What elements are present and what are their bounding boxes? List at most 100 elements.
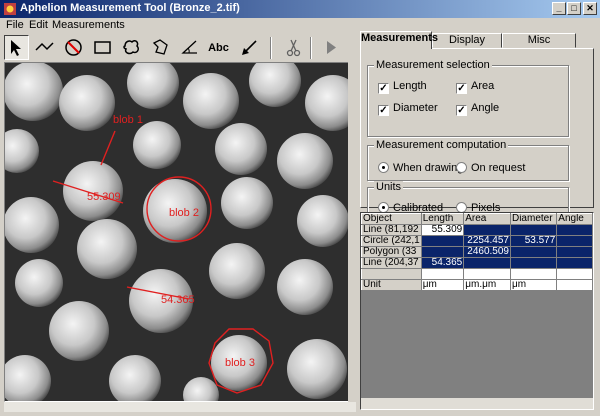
column-header[interactable]: Length	[420, 213, 465, 225]
polygon-tool-button[interactable]	[148, 35, 173, 60]
freehand-region-tool-button[interactable]	[119, 35, 144, 60]
grid-horizontal-scrollbar[interactable]	[361, 398, 593, 409]
row-header[interactable]: Polygon (33	[361, 246, 422, 258]
table-cell[interactable]: 54.365	[420, 257, 465, 269]
area-checkbox-label: Area	[471, 80, 495, 92]
menu-edit[interactable]: Edit	[29, 19, 48, 31]
row-header[interactable]: Line (81,192	[361, 224, 422, 236]
table-cell[interactable]	[556, 279, 593, 291]
radio-selected-icon	[378, 162, 389, 173]
table-cell[interactable]	[556, 257, 593, 269]
results-table: Object Length Area Diameter Angle Line (…	[361, 213, 593, 291]
row-header[interactable]	[361, 268, 422, 280]
toolbar: Abc	[0, 34, 358, 62]
measurement-selection-group: Measurement selection ✓ Length ✓ Area ✓ Dia…	[367, 59, 569, 137]
row-header[interactable]: Unit	[361, 279, 422, 291]
on-request-label: On request	[471, 162, 526, 174]
length-checkbox-label: Length	[393, 80, 427, 92]
table-cell[interactable]: 2254.457	[463, 235, 511, 247]
image-canvas[interactable]: blob 1 blob 2 blob 3 55.309 54.365	[4, 62, 356, 402]
polyline-icon	[35, 42, 54, 51]
angle-tool-button[interactable]	[177, 35, 202, 60]
toolbar-separator	[270, 37, 272, 59]
measurement-computation-group: Measurement computation When drawing On …	[367, 139, 569, 181]
table-cell[interactable]	[509, 246, 558, 258]
table-cell[interactable]	[420, 246, 465, 258]
pointer-tool-button[interactable]	[4, 35, 29, 60]
table-row[interactable]: Line (204,37 54.365	[361, 257, 593, 269]
pointer-icon	[11, 40, 21, 56]
area-checkbox[interactable]: ✓ Area	[456, 80, 494, 94]
arrow-line-tool-button[interactable]	[237, 35, 262, 60]
table-cell[interactable]	[509, 268, 558, 280]
close-button[interactable]: ✕	[583, 2, 597, 15]
tab-body: Measurement selection ✓ Length ✓ Area ✓ Dia…	[360, 48, 594, 221]
table-cell[interactable]: 55.309	[420, 224, 465, 236]
checkmark-icon: ✓	[378, 105, 389, 116]
text-tool-button[interactable]: Abc	[206, 35, 231, 60]
table-cell[interactable]: μm	[420, 279, 465, 291]
units-row[interactable]: Unit μm μm.μm μm	[361, 279, 593, 291]
tab-misc[interactable]: Misc	[502, 33, 576, 48]
table-cell[interactable]: μm.μm	[463, 279, 511, 291]
settings-panel: Measurements Display Misc Measurement se…	[360, 30, 594, 221]
window-title: Aphelion Measurement Tool (Bronze_2.tif)	[20, 2, 240, 14]
bronze-micrograph: blob 1 blob 2 blob 3 55.309 54.365	[5, 63, 355, 401]
results-grid[interactable]: Object Length Area Diameter Angle Line (…	[360, 212, 594, 410]
blob-2-label: blob 2	[169, 207, 199, 219]
table-row[interactable]	[361, 268, 593, 280]
table-row[interactable]: Polygon (33 2460.509	[361, 246, 593, 258]
table-cell[interactable]	[509, 257, 558, 269]
menu-file[interactable]: File	[6, 19, 24, 31]
column-header[interactable]: Object	[361, 213, 422, 225]
column-header[interactable]: Angle	[556, 213, 593, 225]
table-cell[interactable]: 2460.509	[463, 246, 511, 258]
table-cell[interactable]	[556, 246, 593, 258]
diameter-checkbox[interactable]: ✓ Diameter	[378, 102, 438, 116]
table-cell[interactable]	[463, 224, 511, 236]
freehand-region-icon	[123, 40, 139, 55]
rectangle-icon	[94, 41, 111, 54]
checkmark-icon: ✓	[456, 105, 467, 116]
tab-measurements[interactable]: Measurements	[360, 31, 438, 49]
when-drawing-radio[interactable]: When drawing	[378, 162, 463, 174]
blob-1-label: blob 1	[113, 114, 143, 126]
no-entry-tool-button[interactable]	[61, 35, 86, 60]
table-cell[interactable]	[556, 235, 593, 247]
maximize-button[interactable]: □	[567, 2, 581, 15]
angle-icon	[181, 40, 197, 54]
table-row[interactable]: Circle (242,1 2254.457 53.577	[361, 235, 593, 247]
image-vertical-scrollbar[interactable]	[348, 62, 356, 402]
image-horizontal-scrollbar[interactable]	[4, 402, 356, 412]
polyline-tool-button[interactable]	[32, 35, 57, 60]
angle-checkbox[interactable]: ✓ Angle	[456, 102, 499, 116]
scissors-icon	[286, 39, 301, 57]
table-cell[interactable]: 53.577	[509, 235, 558, 247]
table-cell[interactable]	[463, 268, 511, 280]
diameter-checkbox-label: Diameter	[393, 102, 438, 114]
table-cell[interactable]	[556, 224, 593, 236]
menu-measurements[interactable]: Measurements	[52, 19, 125, 31]
scissors-tool-button[interactable]	[281, 35, 306, 60]
column-header[interactable]: Area	[463, 213, 511, 225]
length-checkbox[interactable]: ✓ Length	[378, 80, 427, 94]
minimize-button[interactable]: _	[552, 2, 566, 15]
table-cell[interactable]	[556, 268, 593, 280]
column-header[interactable]: Diameter	[509, 213, 558, 225]
tab-display[interactable]: Display	[432, 33, 502, 48]
row-header[interactable]: Circle (242,1	[361, 235, 422, 247]
table-cell[interactable]	[509, 224, 558, 236]
table-cell[interactable]	[463, 257, 511, 269]
on-request-radio[interactable]: On request	[456, 162, 525, 174]
checkmark-icon: ✓	[378, 83, 389, 94]
table-cell[interactable]	[420, 268, 465, 280]
play-icon	[327, 41, 336, 54]
checkmark-icon: ✓	[456, 83, 467, 94]
polygon-icon	[152, 39, 168, 55]
row-header[interactable]: Line (204,37	[361, 257, 422, 269]
run-button[interactable]	[318, 35, 343, 60]
table-cell[interactable]	[420, 235, 465, 247]
table-cell[interactable]: μm	[509, 279, 558, 291]
table-row[interactable]: Line (81,192 55.309	[361, 224, 593, 236]
rectangle-tool-button[interactable]	[90, 35, 115, 60]
